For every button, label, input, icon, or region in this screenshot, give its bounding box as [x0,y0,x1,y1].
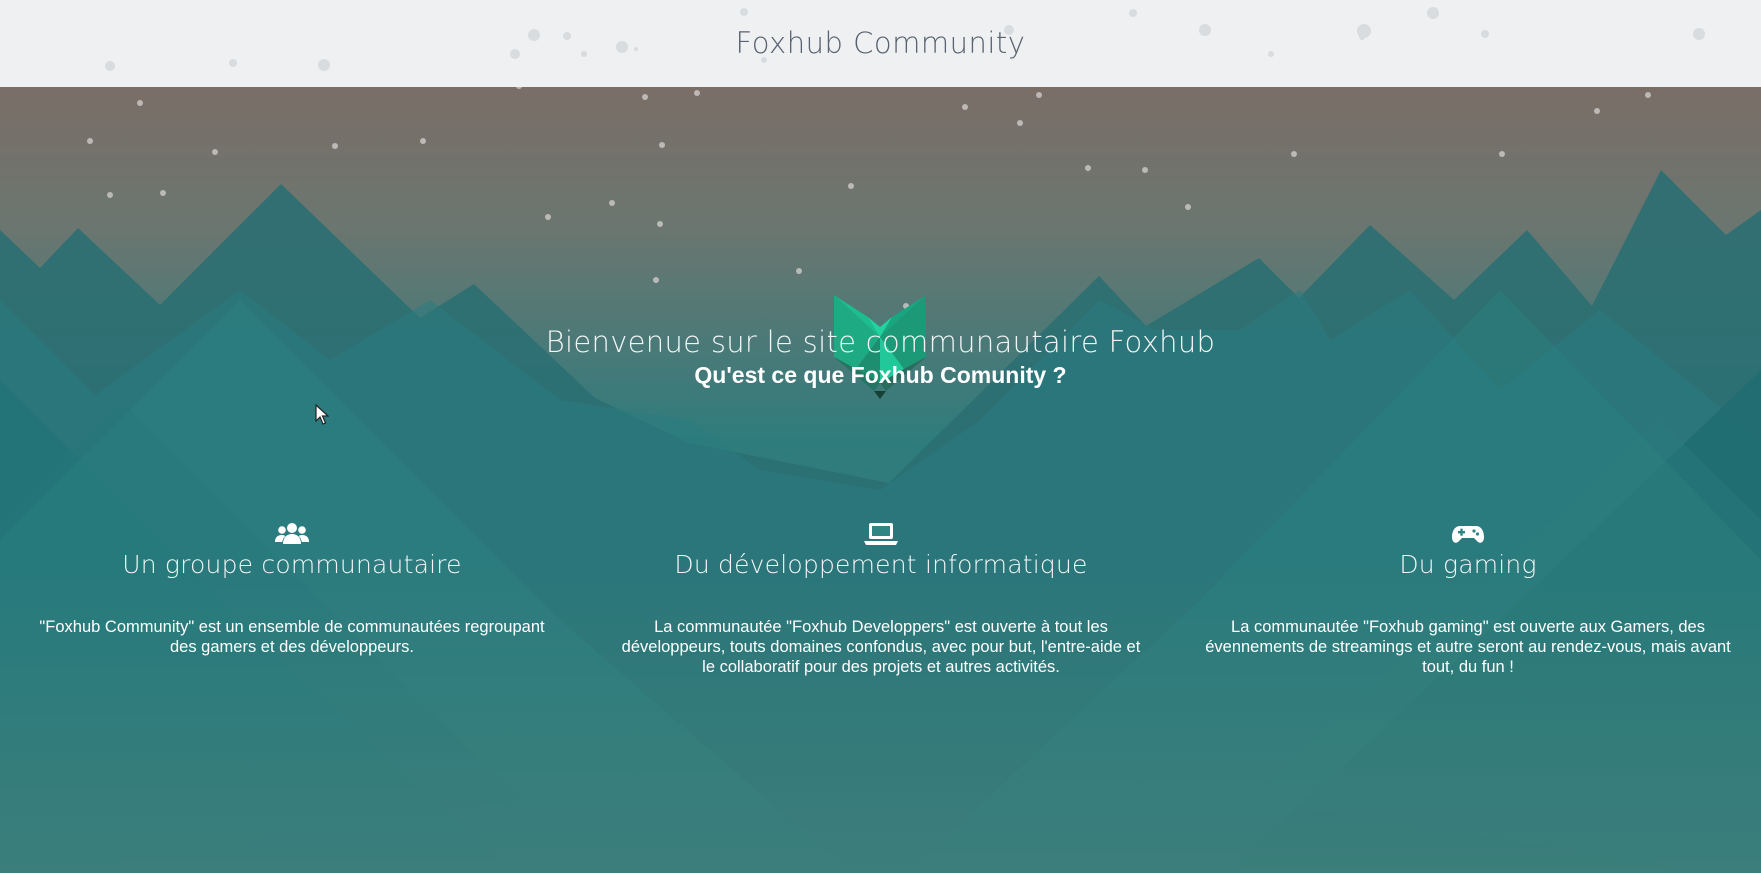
site-header: Foxhub Community [0,0,1761,87]
users-icon [12,522,572,548]
mountain-background [0,87,1761,873]
feature-title: Du développement informatique [674,550,1088,579]
laptop-icon [601,522,1161,548]
feature-description: La communautée "Foxhub gaming" est ouver… [1205,618,1731,676]
feature-title: Du gaming [1399,550,1537,579]
feature-description: "Foxhub Community" est un ensemble de co… [39,618,545,656]
feature-gaming: Du gaming La communautée "Foxhub gaming"… [1188,522,1748,677]
mouse-cursor-icon [315,404,329,425]
gamepad-icon [1188,522,1748,548]
intro-question: Qu'est ce que Foxhub Comunity ? [694,362,1067,388]
feature-community: Un groupe communautaire "Foxhub Communit… [12,522,572,657]
feature-title: Un groupe communautaire [122,550,462,579]
feature-description: La communautée "Foxhub Developpers" est … [621,618,1141,676]
feature-development: Du développement informatique La communa… [601,522,1161,677]
hero-section: Bienvenue sur le site communautaire Foxh… [0,87,1761,873]
site-title[interactable]: Foxhub Community [736,26,1026,60]
welcome-heading: Bienvenue sur le site communautaire Foxh… [545,325,1216,359]
